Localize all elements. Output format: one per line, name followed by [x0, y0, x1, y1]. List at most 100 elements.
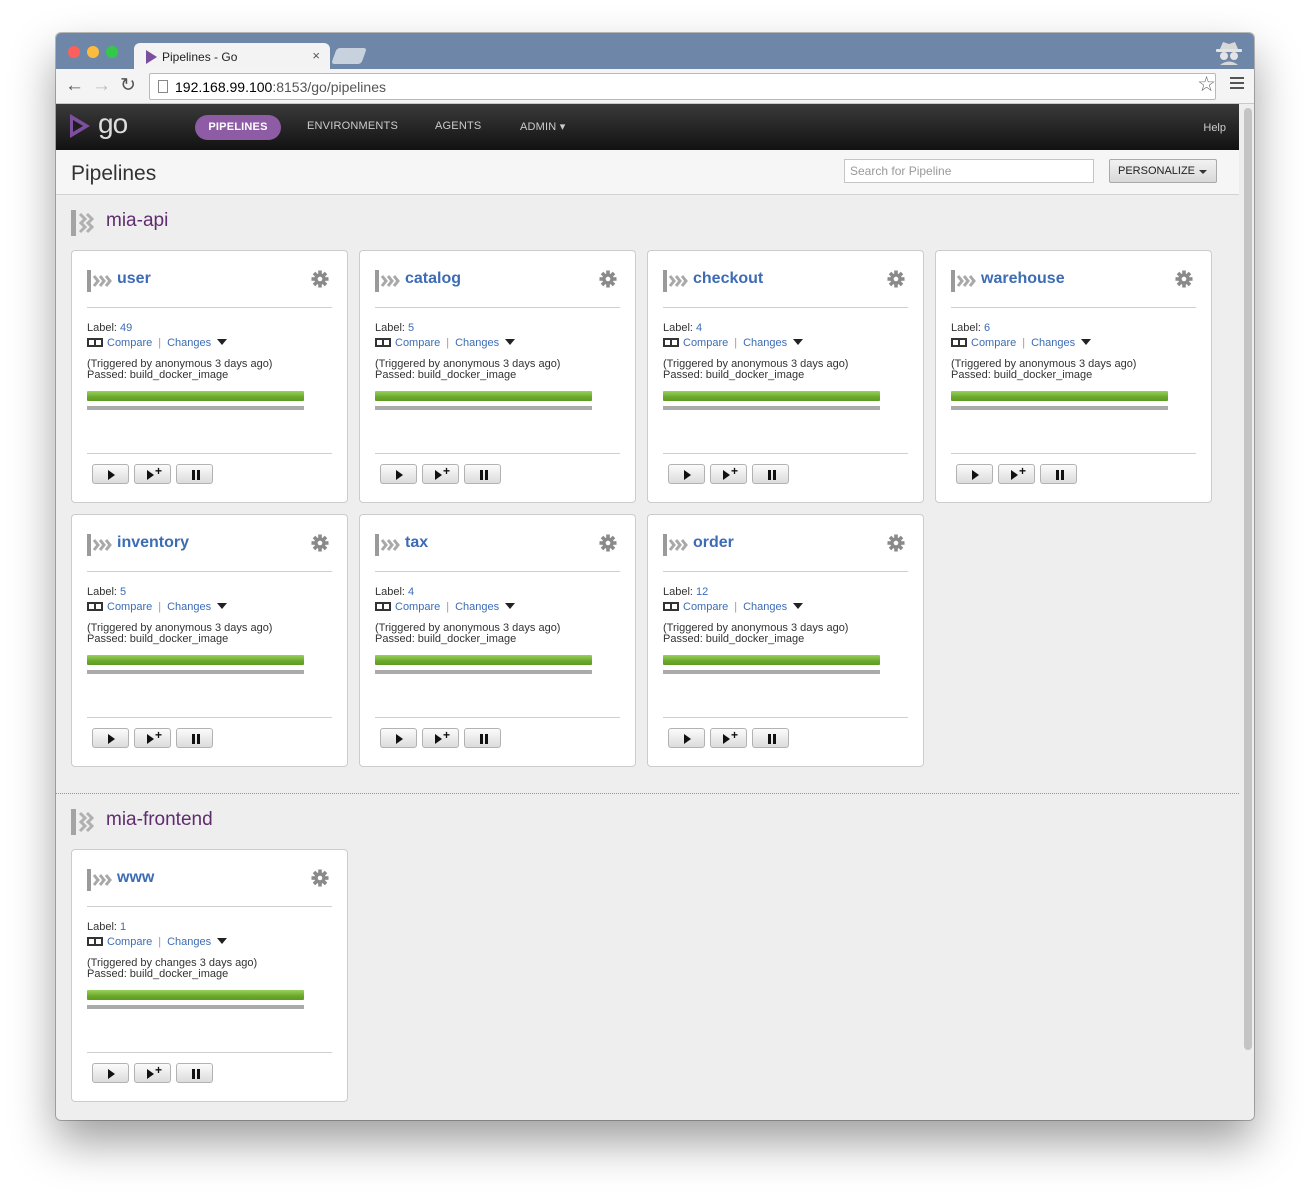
pipeline-name-link[interactable]: checkout: [693, 270, 763, 288]
close-window-button[interactable]: [68, 46, 80, 58]
settings-gear-icon[interactable]: [599, 534, 617, 552]
nav-admin[interactable]: ADMIN ▾: [520, 120, 565, 133]
address-bar[interactable]: 192.168.99.100:8153/go/pipelines: [149, 73, 1216, 100]
stage-status-bar[interactable]: [951, 391, 1168, 401]
compare-link[interactable]: Compare: [107, 337, 152, 349]
pipeline-label-link[interactable]: 49: [120, 322, 132, 334]
settings-gear-icon[interactable]: [311, 534, 329, 552]
changes-dropdown-icon[interactable]: [217, 938, 228, 944]
browser-tab[interactable]: Pipelines - Go ×: [134, 43, 330, 70]
zoom-window-button[interactable]: [106, 46, 118, 58]
vertical-scrollbar[interactable]: [1244, 108, 1252, 1050]
minimize-window-button[interactable]: [87, 46, 99, 58]
pipeline-label-link[interactable]: 5: [120, 586, 126, 598]
compare-link[interactable]: Compare: [971, 337, 1016, 349]
pause-button[interactable]: [752, 728, 789, 748]
settings-gear-icon[interactable]: [887, 270, 905, 288]
group-name[interactable]: mia-frontend: [106, 809, 213, 831]
changes-link[interactable]: Changes: [743, 337, 787, 349]
pipeline-label-link[interactable]: 4: [696, 322, 702, 334]
changes-dropdown-icon[interactable]: [793, 339, 804, 345]
forward-arrow-icon[interactable]: →: [92, 75, 111, 97]
changes-link[interactable]: Changes: [167, 601, 211, 613]
pipeline-name-link[interactable]: catalog: [405, 270, 461, 288]
trigger-with-options-button[interactable]: +: [134, 1063, 171, 1083]
compare-link[interactable]: Compare: [683, 601, 728, 613]
stage-status-bar[interactable]: [375, 655, 592, 665]
pipeline-label-link[interactable]: 6: [984, 322, 990, 334]
settings-gear-icon[interactable]: [311, 270, 329, 288]
trigger-button[interactable]: [668, 464, 705, 484]
pipeline-label-link[interactable]: 4: [408, 586, 414, 598]
changes-link[interactable]: Changes: [167, 936, 211, 948]
pause-button[interactable]: [176, 464, 213, 484]
trigger-button[interactable]: [956, 464, 993, 484]
changes-dropdown-icon[interactable]: [505, 603, 516, 609]
compare-link[interactable]: Compare: [395, 601, 440, 613]
pipeline-name-link[interactable]: inventory: [117, 534, 189, 552]
changes-link[interactable]: Changes: [167, 337, 211, 349]
trigger-with-options-button[interactable]: +: [422, 464, 459, 484]
trigger-with-options-button[interactable]: +: [998, 464, 1035, 484]
stage-status-bar[interactable]: [663, 391, 880, 401]
pipeline-name-link[interactable]: warehouse: [981, 270, 1065, 288]
changes-link[interactable]: Changes: [455, 601, 499, 613]
changes-dropdown-icon[interactable]: [1081, 339, 1092, 345]
trigger-button[interactable]: [380, 464, 417, 484]
pipeline-label-link[interactable]: 5: [408, 322, 414, 334]
trigger-button[interactable]: [92, 1063, 129, 1083]
stage-status-bar[interactable]: [87, 990, 304, 1000]
pipeline-search-input[interactable]: [844, 159, 1094, 183]
pipeline-label-link[interactable]: 1: [120, 921, 126, 933]
pause-button[interactable]: [464, 464, 501, 484]
pipeline-label-link[interactable]: 12: [696, 586, 708, 598]
back-arrow-icon[interactable]: ←: [65, 75, 84, 97]
compare-link[interactable]: Compare: [107, 936, 152, 948]
changes-dropdown-icon[interactable]: [505, 339, 516, 345]
compare-link[interactable]: Compare: [107, 601, 152, 613]
trigger-button[interactable]: [92, 464, 129, 484]
changes-dropdown-icon[interactable]: [217, 603, 228, 609]
nav-help[interactable]: Help: [1203, 122, 1226, 134]
changes-dropdown-icon[interactable]: [793, 603, 804, 609]
stage-status-bar[interactable]: [87, 655, 304, 665]
settings-gear-icon[interactable]: [887, 534, 905, 552]
settings-gear-icon[interactable]: [311, 869, 329, 887]
pause-button[interactable]: [176, 728, 213, 748]
stage-status-bar[interactable]: [87, 391, 304, 401]
pipeline-name-link[interactable]: order: [693, 534, 734, 552]
go-logo[interactable]: go: [70, 108, 140, 142]
stage-status-bar[interactable]: [375, 391, 592, 401]
chrome-menu-icon[interactable]: [1230, 77, 1244, 92]
compare-link[interactable]: Compare: [395, 337, 440, 349]
pause-button[interactable]: [176, 1063, 213, 1083]
settings-gear-icon[interactable]: [1175, 270, 1193, 288]
settings-gear-icon[interactable]: [599, 270, 617, 288]
changes-link[interactable]: Changes: [455, 337, 499, 349]
trigger-with-options-button[interactable]: +: [710, 728, 747, 748]
trigger-with-options-button[interactable]: +: [422, 728, 459, 748]
personalize-button[interactable]: PERSONALIZE: [1109, 159, 1217, 183]
changes-dropdown-icon[interactable]: [217, 339, 228, 345]
pause-button[interactable]: [752, 464, 789, 484]
changes-link[interactable]: Changes: [743, 601, 787, 613]
pipeline-name-link[interactable]: user: [117, 270, 151, 288]
stage-status-bar[interactable]: [663, 655, 880, 665]
pipeline-name-link[interactable]: tax: [405, 534, 428, 552]
trigger-button[interactable]: [668, 728, 705, 748]
new-tab-button[interactable]: [331, 48, 367, 64]
nav-environments[interactable]: ENVIRONMENTS: [307, 120, 398, 132]
trigger-button[interactable]: [92, 728, 129, 748]
nav-agents[interactable]: AGENTS: [435, 120, 481, 132]
pause-button[interactable]: [464, 728, 501, 748]
compare-link[interactable]: Compare: [683, 337, 728, 349]
tab-close-icon[interactable]: ×: [312, 48, 320, 63]
trigger-with-options-button[interactable]: +: [134, 464, 171, 484]
group-name[interactable]: mia-api: [106, 210, 168, 232]
trigger-button[interactable]: [380, 728, 417, 748]
nav-pipelines[interactable]: PIPELINES: [195, 115, 281, 140]
pipeline-name-link[interactable]: www: [117, 869, 154, 887]
reload-icon[interactable]: ↻: [120, 75, 136, 97]
trigger-with-options-button[interactable]: +: [134, 728, 171, 748]
pause-button[interactable]: [1040, 464, 1077, 484]
